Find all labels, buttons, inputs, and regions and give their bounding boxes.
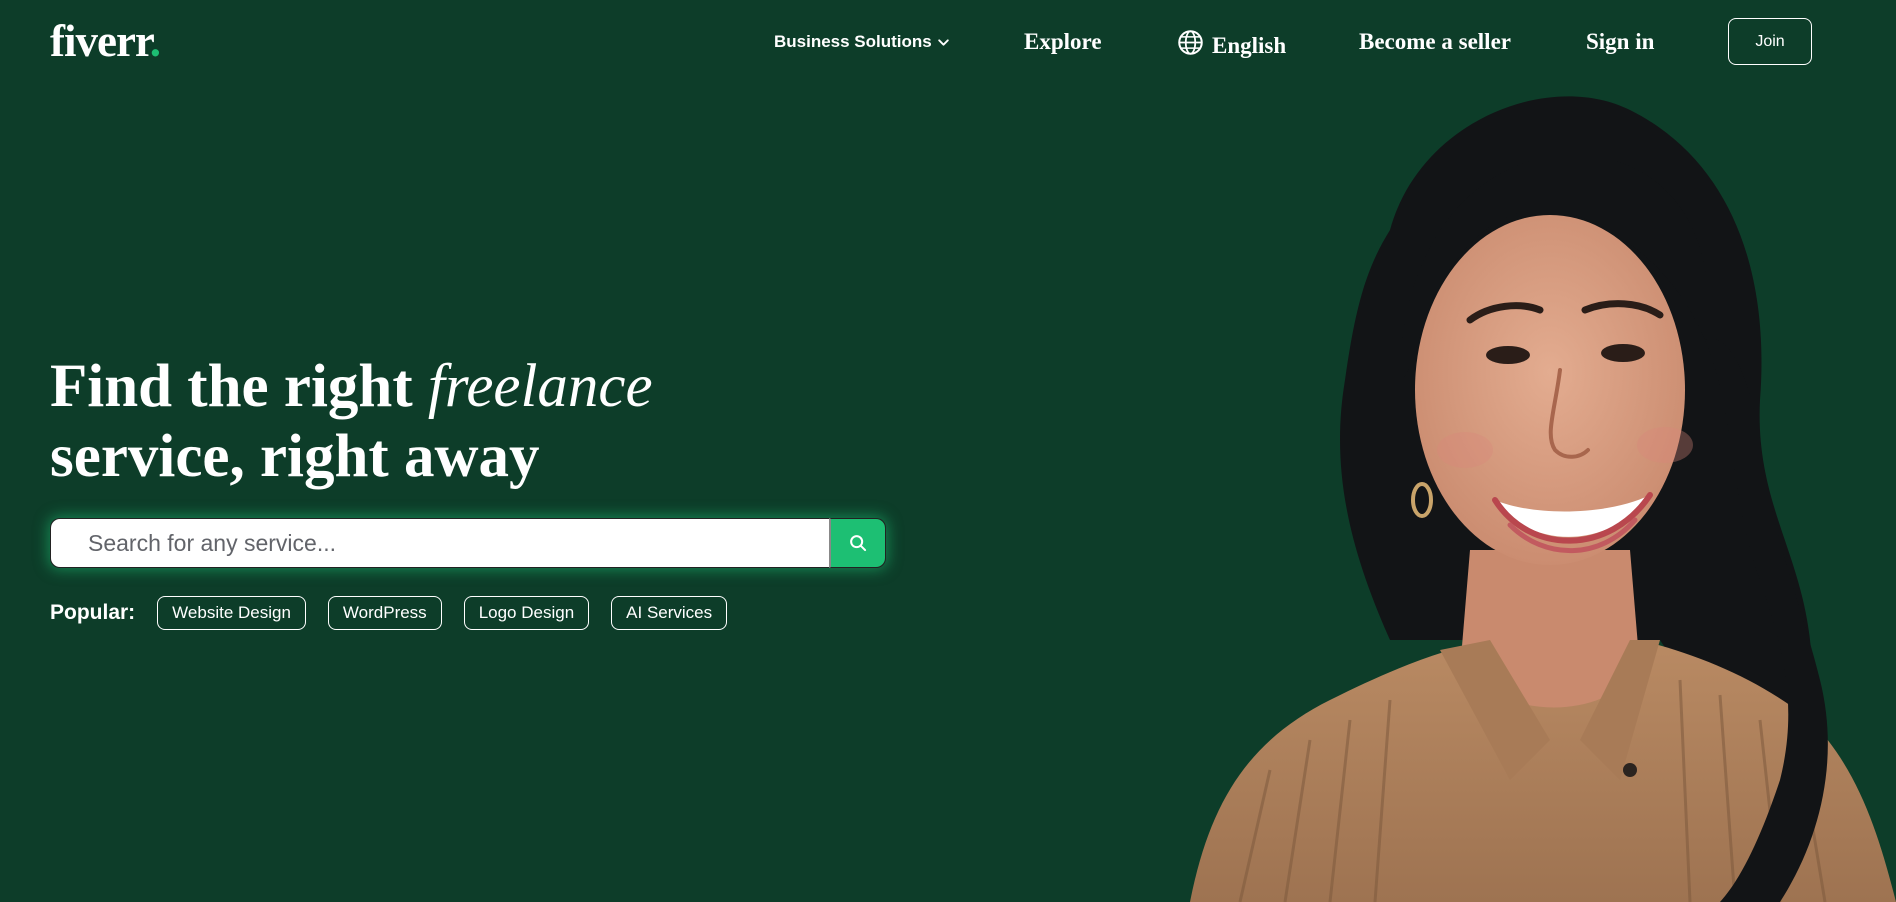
headline-line-1: Find the right freelance bbox=[50, 352, 653, 422]
page: fiverr. Business Solutions Explore Engli… bbox=[0, 0, 1896, 902]
logo-text: fiverr bbox=[50, 16, 151, 66]
globe-icon bbox=[1177, 29, 1204, 56]
chevron-down-icon bbox=[937, 36, 950, 49]
hero-portrait bbox=[1160, 80, 1896, 902]
join-button[interactable]: Join bbox=[1728, 18, 1812, 65]
popular-chip-ai-services[interactable]: AI Services bbox=[611, 596, 728, 630]
fiverr-logo[interactable]: fiverr. bbox=[50, 14, 161, 68]
headline-italic: freelance bbox=[427, 353, 653, 420]
nav-language[interactable]: English bbox=[1177, 22, 1286, 62]
nav-explore[interactable]: Explore bbox=[1024, 22, 1102, 62]
search-button[interactable] bbox=[829, 518, 886, 568]
search-input[interactable] bbox=[50, 518, 829, 568]
search-bar bbox=[50, 518, 886, 568]
headline-part-1: Find the right bbox=[50, 353, 428, 420]
popular-chip-logo-design[interactable]: Logo Design bbox=[463, 596, 590, 630]
nav-business-solutions-label: Business Solutions bbox=[774, 32, 932, 51]
popular-chips: Website Design WordPress Logo Design AI … bbox=[157, 596, 728, 630]
search-icon bbox=[849, 534, 867, 552]
popular-chip-wordpress[interactable]: WordPress bbox=[327, 596, 442, 630]
popular-services: Popular: Website Design WordPress Logo D… bbox=[50, 596, 728, 630]
headline-line-2: service, right away bbox=[50, 423, 540, 490]
hero-headline: Find the right freelance service, right … bbox=[50, 352, 653, 492]
nav-business-solutions[interactable]: Business Solutions bbox=[774, 22, 950, 62]
logo-dot: . bbox=[149, 16, 161, 66]
nav-language-label: English bbox=[1212, 33, 1287, 58]
nav-become-seller[interactable]: Become a seller bbox=[1359, 22, 1511, 62]
nav-sign-in[interactable]: Sign in bbox=[1586, 22, 1654, 62]
popular-label: Popular: bbox=[50, 601, 136, 624]
popular-chip-website-design[interactable]: Website Design bbox=[157, 596, 306, 630]
